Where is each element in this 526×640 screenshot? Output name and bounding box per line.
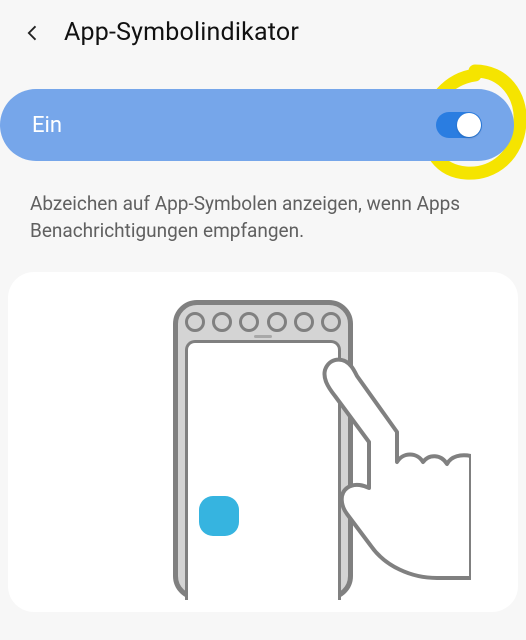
phone-speaker-icon [254,335,272,338]
app-icon [199,496,239,536]
status-circle-icon [212,312,232,332]
status-circle-icon [185,312,205,332]
phone-illustration [173,300,353,600]
master-switch[interactable] [436,112,482,138]
status-circle-icon [294,312,314,332]
hand-pointer-icon [311,348,471,608]
toggle-label: Ein [32,113,62,138]
header-bar: App-Symbolindikator [0,0,526,61]
status-icon-row [185,312,341,332]
status-circle-icon [267,312,287,332]
page-title: App-Symbolindikator [64,18,299,47]
switch-knob [457,113,481,137]
status-circle-icon [239,312,259,332]
description-text: Abzeichen auf App-Symbolen anzeigen, wen… [0,161,526,244]
toggle-row-container: Ein [0,89,522,161]
illustration-card [8,272,518,612]
back-icon[interactable] [20,20,46,46]
status-circle-icon [321,312,341,332]
master-toggle-row[interactable]: Ein [0,89,514,161]
